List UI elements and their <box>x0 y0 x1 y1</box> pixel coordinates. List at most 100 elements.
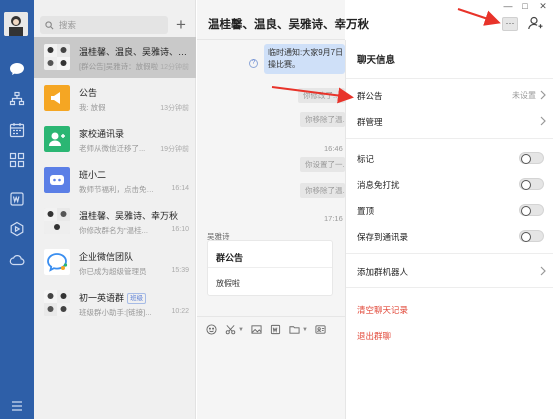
conversation-preview: 班级群小助手:[链接]... <box>79 308 152 317</box>
message-time: 16:46 <box>324 144 343 153</box>
add-member-icon[interactable] <box>527 15 543 31</box>
group-manage-row[interactable]: 群管理 <box>346 109 553 133</box>
conversation-time: 10:22 <box>171 308 189 315</box>
video-meeting-icon[interactable] <box>8 220 26 238</box>
divider <box>346 287 553 288</box>
menu-icon[interactable] <box>8 397 26 415</box>
minimize-button[interactable]: — <box>500 0 516 12</box>
add-bot-row[interactable]: 添加群机器人 <box>346 259 553 283</box>
mark-toggle[interactable] <box>519 152 544 164</box>
list-item[interactable]: 家校通讯录 老师从微信迁移了... 19分钟前 <box>34 119 196 160</box>
system-message: 你设置了一... <box>300 157 345 172</box>
search-icon <box>45 20 54 29</box>
list-item[interactable]: 企业微信团队 你已成为超级管理员 15:39 <box>34 242 196 283</box>
conversation-name: 初一英语群 班级 <box>79 291 191 304</box>
divider <box>346 78 553 79</box>
exit-group-row[interactable]: 退出群聊 <box>346 323 553 347</box>
calendar-icon[interactable] <box>8 121 26 139</box>
row-label: 群管理 <box>357 117 383 127</box>
notice-bubble[interactable]: 临时通知:大家9月7日 操比赛。 <box>264 44 345 74</box>
chevron-down-icon[interactable]: ▼ <box>238 327 244 333</box>
mark-row: 标记 <box>346 146 553 170</box>
conversation-time: 19分钟前 <box>160 146 189 153</box>
dnd-toggle[interactable] <box>519 178 544 190</box>
class-tag: 班级 <box>127 293 147 304</box>
conversation-time: 13分钟前 <box>160 105 189 112</box>
input-toolbar: ▼ ▼ <box>197 316 345 342</box>
list-item[interactable]: 温桂馨、吴雅诗、幸万秋 你修改群名为"温桂... 16:10 <box>34 201 196 242</box>
exit-group-button[interactable]: 退出群聊 <box>357 330 391 342</box>
announcement-card[interactable]: 群公告 放假啦 <box>207 240 333 296</box>
image-icon[interactable] <box>250 323 263 336</box>
card-title: 群公告 <box>216 253 244 263</box>
conversation-preview: 我: 放假 <box>79 103 106 112</box>
save-toggle[interactable] <box>519 230 544 242</box>
contact-card-icon[interactable] <box>314 323 327 336</box>
school-contacts-icon <box>44 126 70 152</box>
more-options-button[interactable]: ··· <box>502 17 518 31</box>
assistant-icon <box>44 167 70 193</box>
group-avatar <box>44 290 70 316</box>
notice-line: 操比赛。 <box>268 60 300 69</box>
divider <box>346 253 553 254</box>
chevron-right-icon <box>540 266 546 276</box>
conversation-preview: 教师节福利，点击免费... <box>79 185 159 194</box>
save-to-contacts-row: 保存到通讯录 <box>346 224 553 248</box>
row-label: 保存到通讯录 <box>357 232 409 242</box>
clear-history-row[interactable]: 清空聊天记录 <box>346 297 553 321</box>
notice-line: 临时通知:大家9月7日 <box>268 48 344 57</box>
conversation-time: 16:14 <box>171 185 189 192</box>
announcement-icon <box>44 85 70 111</box>
cloud-drive-icon[interactable] <box>8 251 26 269</box>
row-label: 置顶 <box>357 206 375 216</box>
contacts-icon[interactable] <box>8 90 26 108</box>
conversation-list: 搜索 + 温桂馨、温良、吴雅诗、幸万秋 [群公告]吴雅诗：放假啦 12分钟前 公… <box>34 0 196 419</box>
row-label: 群公告 <box>357 91 383 101</box>
chat-header: 温桂馨、温良、吴雅诗、幸万秋 <box>197 0 369 40</box>
conversation-preview: 老师从微信迁移了... <box>79 144 146 153</box>
conversation-name: 班小二 <box>79 170 107 180</box>
card-body: 放假啦 <box>216 279 240 288</box>
add-button[interactable]: + <box>174 15 188 35</box>
conversation-preview: [群公告]吴雅诗：放假啦 <box>79 62 159 71</box>
conversation-name: 温桂馨、吴雅诗、幸万秋 <box>79 211 179 221</box>
document-icon[interactable] <box>8 190 26 208</box>
row-label: 消息免打扰 <box>357 180 400 190</box>
emoji-icon[interactable] <box>205 323 218 336</box>
maximize-button[interactable]: □ <box>517 0 533 12</box>
row-label: 标记 <box>357 154 375 164</box>
arrow-to-more-button <box>457 8 501 26</box>
conversation-name: 家校通讯录 <box>79 129 125 139</box>
chevron-down-icon[interactable]: ▼ <box>302 327 308 333</box>
clear-history-button[interactable]: 清空聊天记录 <box>357 304 408 316</box>
system-message: 你移除了温... <box>300 112 345 127</box>
conversation-time: 15:39 <box>171 267 189 274</box>
list-item[interactable]: 温桂馨、温良、吴雅诗、幸万秋 [群公告]吴雅诗：放假啦 12分钟前 <box>34 37 196 78</box>
info-icon: ? <box>249 59 258 68</box>
conversation-name: 公告 <box>79 88 98 98</box>
conversation-time: 16:10 <box>171 226 189 233</box>
search-input[interactable]: 搜索 <box>59 19 76 31</box>
list-item[interactable]: 公告 我: 放假 13分钟前 <box>34 78 196 119</box>
workbench-icon[interactable] <box>8 151 26 169</box>
message-icon[interactable] <box>8 60 26 78</box>
conversation-name: 企业微信团队 <box>79 252 134 262</box>
pin-row: 置顶 <box>346 198 553 222</box>
search-box[interactable]: 搜索 <box>40 16 168 34</box>
folder-icon[interactable] <box>288 323 301 336</box>
word-doc-icon[interactable] <box>269 323 282 336</box>
group-announcement-row[interactable]: 群公告 未设置 <box>346 83 553 107</box>
conversation-preview: 你已成为超级管理员 <box>79 267 147 276</box>
card-divider <box>208 267 332 268</box>
scissors-icon[interactable] <box>224 323 237 336</box>
conversation-time: 12分钟前 <box>160 64 189 71</box>
chat-info-panel: 聊天信息 群公告 未设置 群管理 标记 消息免打扰 置顶 保存到通讯录 添加群机… <box>345 40 553 419</box>
do-not-disturb-row: 消息免打扰 <box>346 172 553 196</box>
group-avatar <box>44 44 70 70</box>
list-item[interactable]: 班小二 教师节福利，点击免费... 16:14 <box>34 160 196 201</box>
user-avatar[interactable] <box>4 12 28 36</box>
pin-toggle[interactable] <box>519 204 544 216</box>
close-button[interactable]: ✕ <box>535 0 551 12</box>
conversation-name: 温桂馨、温良、吴雅诗、幸万秋 <box>79 47 191 57</box>
list-item[interactable]: 初一英语群 班级 班级群小助手:[链接]... 10:22 <box>34 283 196 324</box>
